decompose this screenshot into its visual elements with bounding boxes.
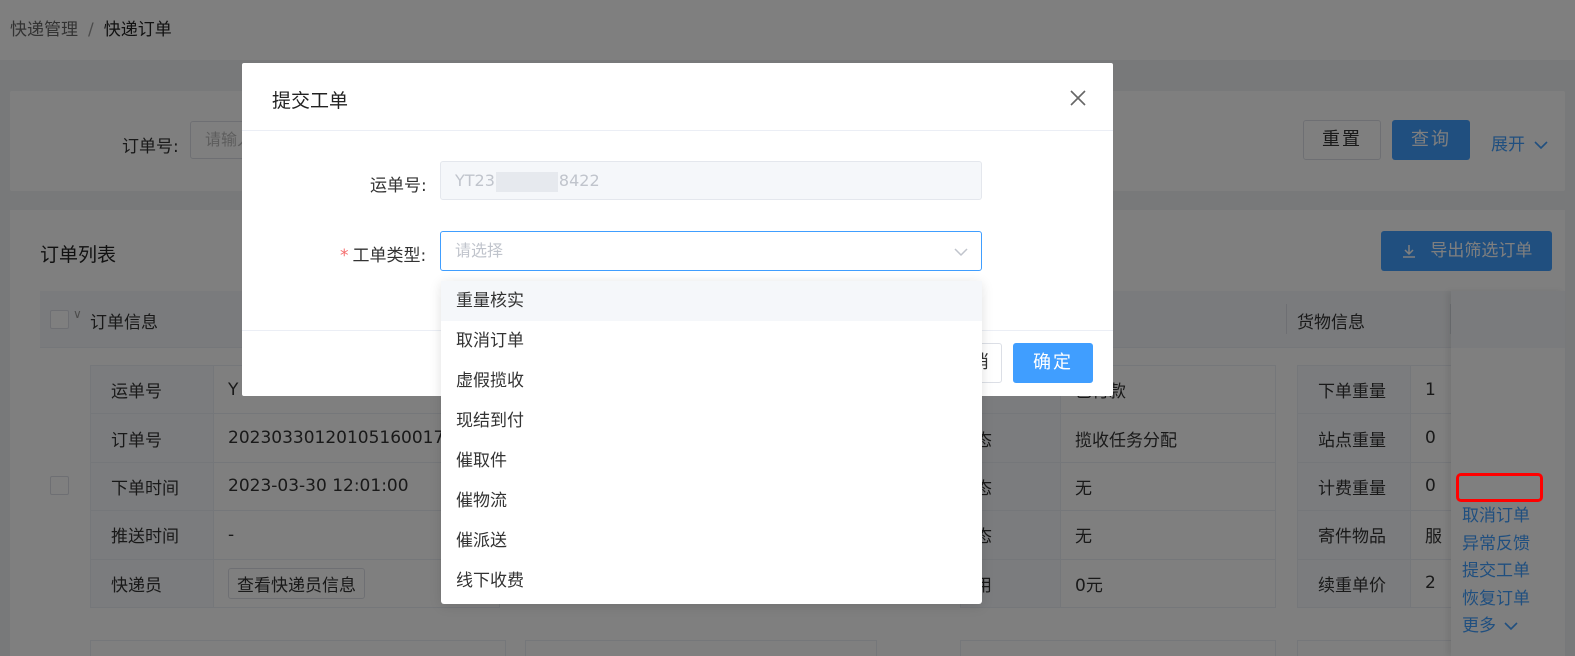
ticket-type-label: * 工单类型: <box>340 241 426 266</box>
ticket-type-label-text: 工单类型: <box>352 246 427 266</box>
dropdown-option-urge-delivery[interactable]: 催派送 <box>441 521 982 561</box>
required-mark: * <box>340 246 349 266</box>
chevron-down-icon <box>954 248 968 257</box>
annotation-highlight <box>1456 473 1543 502</box>
waybill-label: 运单号: <box>370 176 427 196</box>
confirm-button[interactable]: 确定 <box>1013 343 1093 383</box>
dropdown-option-offline-fee[interactable]: 线下收费 <box>441 561 982 601</box>
waybill-input: YT23 8422 <box>440 161 982 200</box>
close-icon[interactable] <box>1068 88 1088 108</box>
dialog-divider <box>242 130 1113 131</box>
waybill-suffix: 8422 <box>558 171 600 190</box>
dropdown-option-cod[interactable]: 现结到付 <box>441 401 982 441</box>
dropdown-option-fake-pickup[interactable]: 虚假揽收 <box>441 361 982 401</box>
redacted-block <box>495 171 558 192</box>
dropdown-option-weight-verify[interactable]: 重量核实 <box>441 281 982 321</box>
dropdown-option-urge-logistics[interactable]: 催物流 <box>441 481 982 521</box>
ticket-type-select[interactable]: 请选择 <box>440 231 982 271</box>
ticket-type-dropdown: 重量核实 取消订单 虚假揽收 现结到付 催取件 催物流 催派送 线下收费 <box>441 281 982 604</box>
dialog-title: 提交工单 <box>272 90 349 112</box>
waybill-prefix: YT23 <box>455 171 495 190</box>
dropdown-option-urge-pickup[interactable]: 催取件 <box>441 441 982 481</box>
dropdown-option-cancel-order[interactable]: 取消订单 <box>441 321 982 361</box>
select-placeholder: 请选择 <box>455 241 504 260</box>
